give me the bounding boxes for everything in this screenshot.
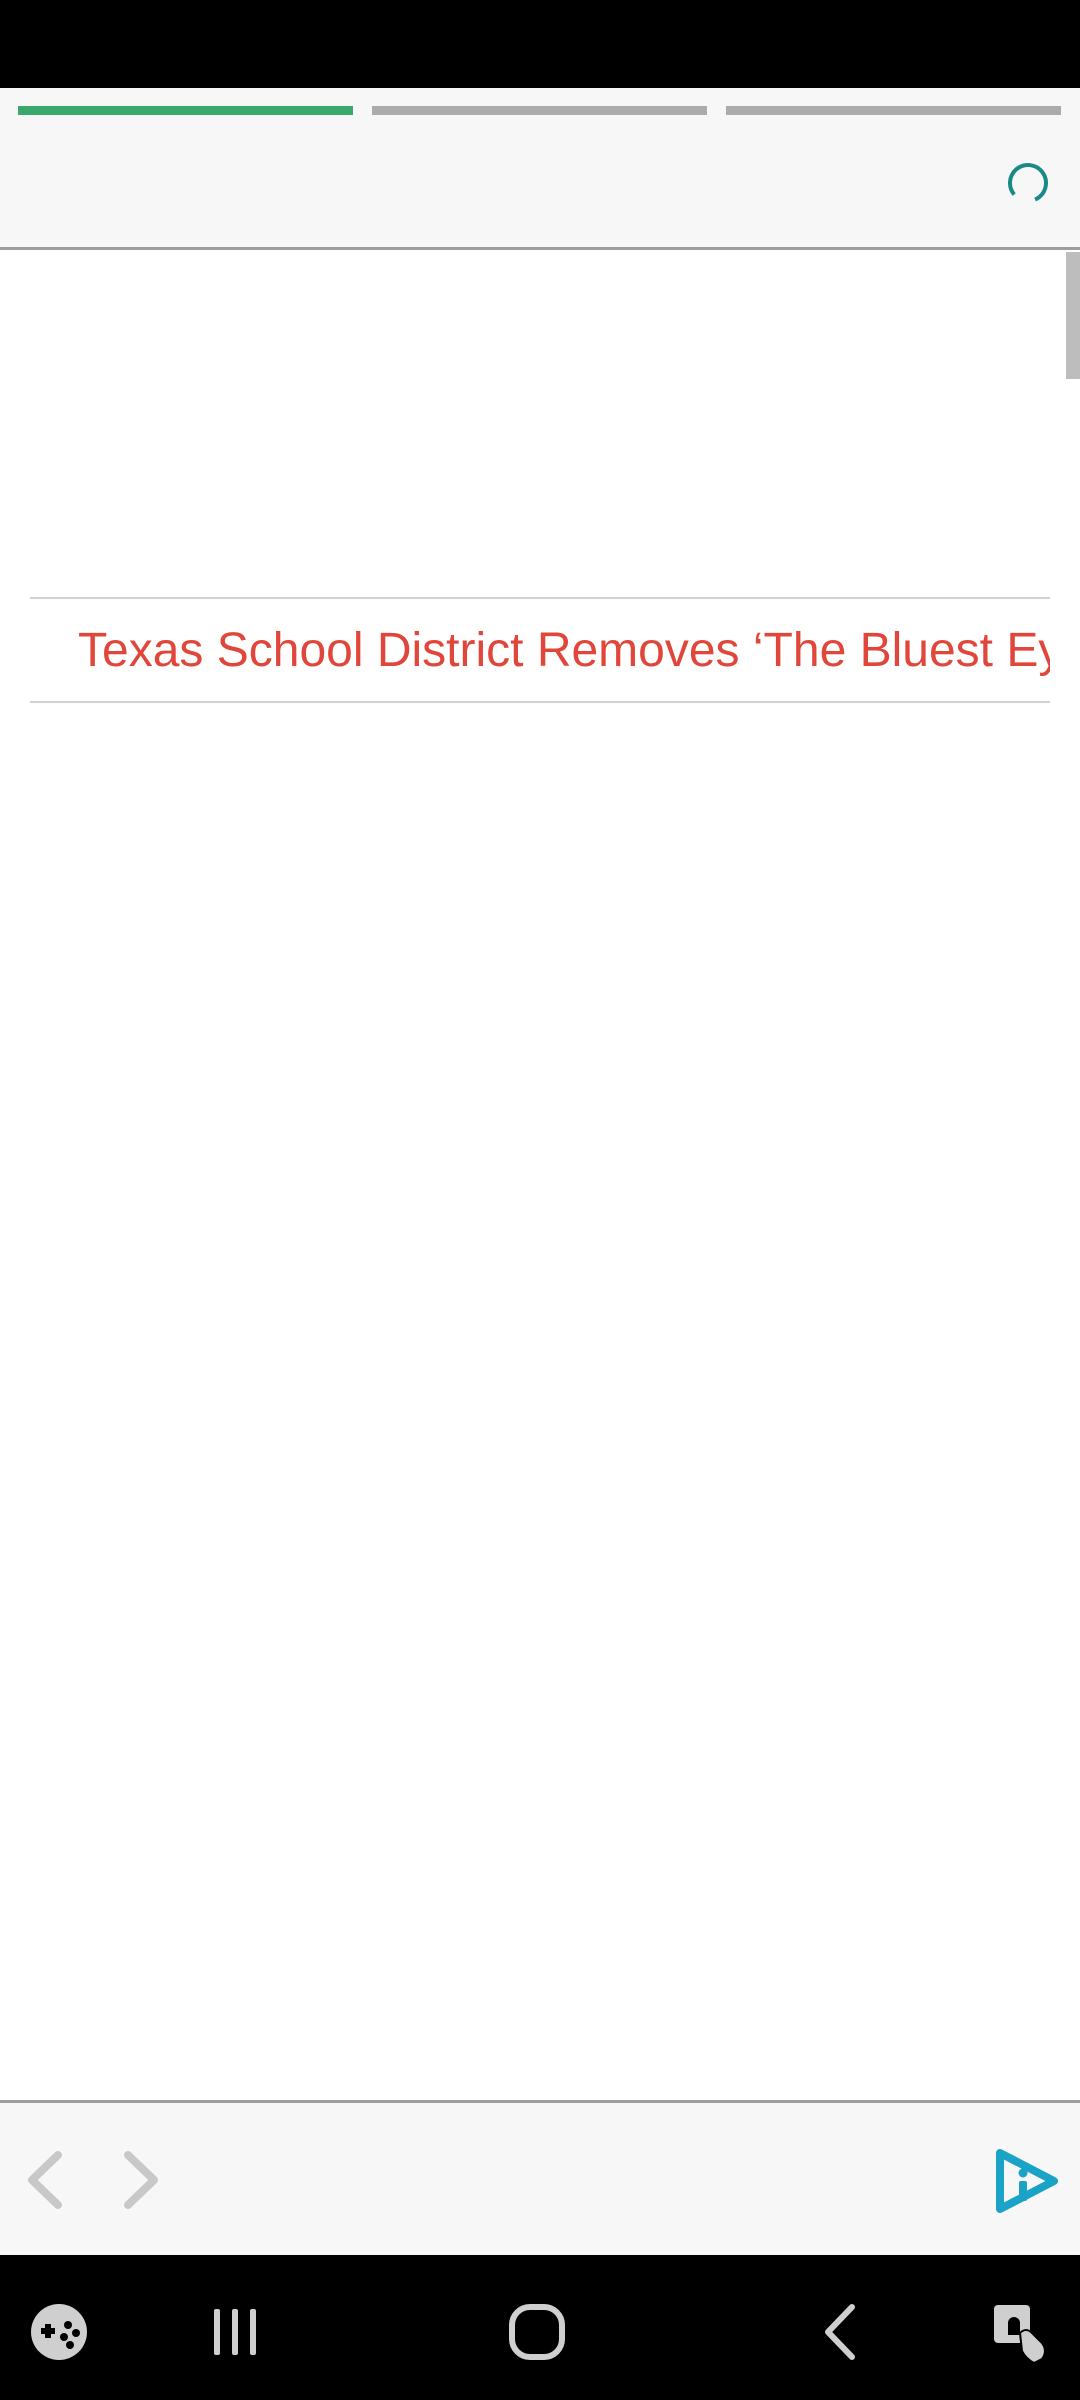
- progress-fill-1: [18, 106, 353, 115]
- game-tools-icon[interactable]: [24, 2297, 94, 2367]
- bottom-toolbar: [0, 2100, 1080, 2255]
- chevron-right-icon[interactable]: [108, 2145, 168, 2215]
- article-content[interactable]: Texas School District Removes ‘The Blues…: [0, 250, 1080, 2101]
- headline-banner[interactable]: Texas School District Removes ‘The Blues…: [30, 597, 1050, 703]
- accessibility-icon[interactable]: [986, 2297, 1056, 2367]
- status-bar: [0, 0, 1080, 88]
- headline-text: Texas School District Removes ‘The Blues…: [78, 624, 1050, 677]
- system-navigation-bar: [0, 2255, 1080, 2400]
- chevron-left-icon[interactable]: [18, 2145, 78, 2215]
- progress-segment-2: [372, 106, 707, 115]
- loading-spinner-icon: [1008, 163, 1048, 203]
- progress-segment-1: [18, 106, 353, 115]
- play-info-icon[interactable]: [990, 2147, 1062, 2215]
- scrollbar[interactable]: [1066, 252, 1080, 379]
- story-header: [0, 88, 1080, 250]
- recent-apps-icon[interactable]: [200, 2297, 270, 2367]
- progress-segment-3: [726, 106, 1061, 115]
- home-icon[interactable]: [503, 2297, 573, 2367]
- back-icon[interactable]: [806, 2297, 876, 2367]
